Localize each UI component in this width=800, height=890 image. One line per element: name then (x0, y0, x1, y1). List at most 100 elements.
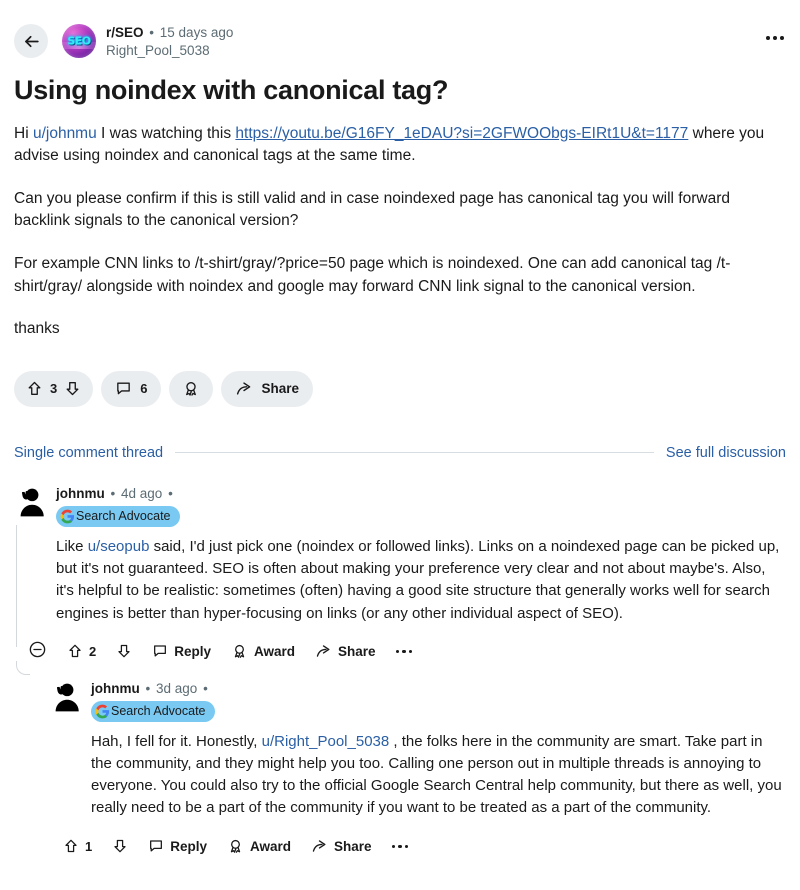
upvote-arrow-icon (26, 380, 43, 397)
comment-downvote-button[interactable] (102, 832, 138, 860)
share-label: Share (338, 643, 376, 659)
comment-separator-1: • (110, 485, 116, 501)
share-arrow-icon (311, 838, 328, 855)
comment-score: 1 (85, 838, 93, 854)
post-author[interactable]: Right_Pool_5038 (106, 42, 233, 60)
status-badge: Search Advocate (56, 506, 180, 527)
subreddit-link[interactable]: r/SEO (106, 25, 144, 40)
award-ribbon-icon (182, 380, 200, 398)
share-arrow-icon (235, 380, 253, 398)
comment-header-text: johnmu • 3d ago • Search Advocate (91, 680, 215, 724)
comment-upvote-button[interactable]: 2 (57, 637, 106, 665)
post-page: SEO r/SEO • 15 days ago Right_Pool_5038 … (0, 0, 800, 890)
para1-text-a: Hi (14, 124, 33, 142)
para1-text-b: I was watching this (96, 124, 236, 142)
upvote-arrow-icon (63, 838, 79, 854)
comments-button[interactable]: 6 (101, 370, 162, 407)
post-header: SEO r/SEO • 15 days ago Right_Pool_5038 (0, 0, 800, 60)
post-paragraph-1: Hi u/johnmu I was watching this https://… (14, 123, 786, 168)
overflow-menu-icon[interactable] (382, 838, 419, 854)
see-full-discussion-link[interactable]: See full discussion (666, 445, 786, 461)
comment-count: 6 (140, 381, 148, 397)
award-ribbon-icon (231, 643, 248, 660)
waving-person-silhouette-icon (14, 485, 47, 518)
comment-timestamp: 4d ago (121, 485, 163, 501)
comment-body-text: Like u/seopub said, I'd just pick one (n… (56, 538, 780, 622)
share-label: Share (334, 838, 372, 854)
upvote-button[interactable] (26, 380, 43, 397)
waving-person-silhouette-icon (49, 680, 82, 713)
comment-header: johnmu • 4d ago • Search Advocate (14, 485, 786, 529)
post-meta: r/SEO • 15 days ago Right_Pool_5038 (106, 22, 233, 60)
comment-downvote-button[interactable] (106, 637, 142, 665)
mention-johnmu-link[interactable]: u/johnmu (33, 125, 97, 142)
reply-label: Reply (170, 838, 207, 854)
share-arrow-icon (315, 643, 332, 660)
comment-action-bar: 1 Reply Award Share (63, 832, 786, 861)
vote-group: 3 (14, 370, 94, 407)
award-label: Award (250, 838, 292, 854)
reply-button[interactable]: Reply (142, 637, 221, 665)
subreddit-avatar[interactable]: SEO (62, 24, 96, 58)
comment-separator-1: • (145, 680, 151, 696)
post-score: 3 (50, 381, 58, 397)
comment-action-bar: 2 Reply Award Share (28, 637, 786, 666)
comment-body: Hah, I fell for it. Honestly, u/Right_Po… (91, 731, 786, 820)
comment-separator-2: • (203, 680, 208, 696)
status-badge-label: Search Advocate (111, 703, 206, 718)
post-paragraph-2: Can you please confirm if this is still … (14, 189, 730, 230)
share-button[interactable]: Share (301, 832, 382, 861)
avatar[interactable] (49, 680, 82, 713)
post-action-bar: 3 6 Share (0, 370, 800, 407)
mention-link[interactable]: u/seopub (88, 538, 150, 555)
award-button[interactable] (169, 370, 214, 407)
avatar[interactable] (14, 485, 47, 518)
downvote-arrow-icon (112, 838, 128, 854)
collapse-button[interactable] (28, 640, 47, 662)
single-comment-thread-link[interactable]: Single comment thread (14, 445, 163, 461)
comment-thread: johnmu • 4d ago • Search Advocate Like u… (0, 485, 800, 890)
downvote-button[interactable] (64, 380, 81, 397)
downvote-arrow-icon (64, 380, 81, 397)
mention-link[interactable]: u/Right_Pool_5038 (262, 733, 390, 750)
share-label: Share (261, 381, 299, 397)
reply-label: Reply (174, 643, 211, 659)
avatar-label: SEO (67, 34, 91, 48)
comment-author[interactable]: johnmu (56, 486, 105, 501)
comment-bubble-icon (115, 380, 132, 397)
comment-upvote-button[interactable]: 1 (63, 832, 102, 860)
comment: johnmu • 4d ago • Search Advocate Like u… (14, 485, 786, 861)
share-button[interactable]: Share (221, 370, 313, 407)
comment-timestamp: 3d ago (156, 680, 198, 696)
comment-bubble-icon (152, 643, 168, 659)
back-button[interactable] (14, 24, 48, 58)
post-body: Hi u/johnmu I was watching this https://… (0, 123, 800, 341)
thread-nav: Single comment thread See full discussio… (0, 445, 800, 461)
overflow-menu-icon[interactable] (386, 643, 423, 659)
comment-separator-2: • (168, 485, 173, 501)
youtube-url-link[interactable]: https://youtu.be/G16FY_1eDAU?si=2GFWOObg… (235, 125, 688, 142)
google-g-icon (95, 704, 110, 719)
status-badge-label: Search Advocate (76, 509, 171, 524)
google-g-icon (60, 509, 75, 524)
page-title: Using noindex with canonical tag? (14, 74, 449, 105)
overflow-menu-icon[interactable] (764, 32, 786, 44)
reply-button[interactable]: Reply (138, 832, 217, 860)
comment: johnmu • 3d ago • Search Advocate Hah, I… (49, 680, 786, 861)
comment-bubble-icon (148, 838, 164, 854)
comment-score: 2 (89, 643, 97, 659)
post-paragraph-4: thanks (14, 320, 60, 338)
arrow-left-icon (22, 32, 41, 51)
comment-header-text: johnmu • 4d ago • Search Advocate (56, 485, 180, 529)
award-button[interactable]: Award (217, 832, 301, 861)
award-button[interactable]: Award (221, 637, 305, 666)
award-label: Award (254, 643, 296, 659)
post-timestamp: 15 days ago (159, 25, 234, 40)
collapse-minus-circle-icon (28, 640, 47, 662)
status-badge: Search Advocate (91, 700, 215, 722)
upvote-arrow-icon (67, 643, 83, 659)
comment-author[interactable]: johnmu (91, 681, 140, 696)
comment-body-text: Hah, I fell for it. Honestly, u/Right_Po… (91, 732, 782, 817)
share-button[interactable]: Share (305, 637, 386, 666)
award-ribbon-icon (227, 838, 244, 855)
